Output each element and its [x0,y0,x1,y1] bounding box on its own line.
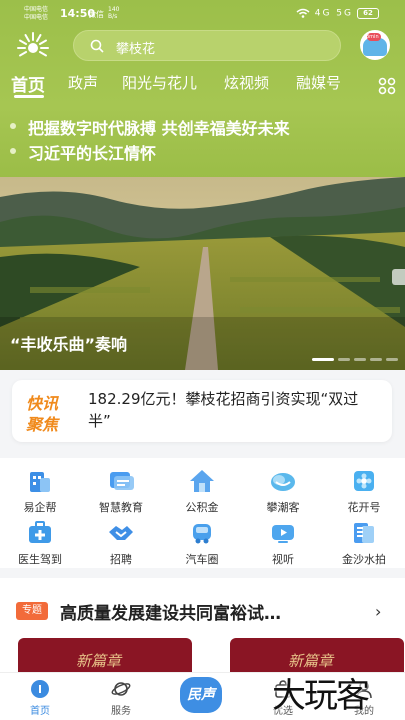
news-flash-logo: 快讯 聚焦 [24,390,72,434]
nav-services[interactable]: 服务 [91,679,151,717]
service-label: 金沙水拍 [342,553,386,566]
topic-card-title: 新篇章 [76,652,122,670]
service-yiqibang[interactable]: 易企帮 [5,468,75,515]
hero-caption: “丰收乐曲”奏响 [10,335,128,354]
bullet-icon [10,148,16,154]
topic-badge: 专题 [16,602,48,620]
carrier-2: 中国电信 [24,14,49,21]
carousel-indicator [312,358,402,370]
search-icon [90,39,104,53]
battery-level: 62 [363,9,373,17]
avatar[interactable]: 3min [360,30,390,60]
tv-icon [272,525,294,543]
tab-home[interactable]: 首页 [11,71,45,96]
car-icon [193,524,211,544]
tab-sunshine-flowers[interactable]: 阳光与花儿 [122,72,197,93]
service-label: 花开号 [347,501,381,514]
status-bar: 中国电信 中国电信 14:50 微信 140 B/s 4G 5G 62 [0,0,405,30]
service-audiovisual[interactable]: 视听 [248,520,318,567]
watermark-text: 大玩客 [272,676,370,716]
battery-icon: 62 [357,8,379,19]
service-label: 招聘 [110,553,132,566]
carousel-dot [386,358,398,361]
nav-home[interactable]: 首页 [10,679,70,717]
network-speed-value: 140 [108,6,120,13]
services-grid: 易企帮 智慧教育 公积金 攀潮客 花开号 医生驾到 招聘 汽车圈 视听 金沙水拍 [0,458,405,568]
service-label: 攀潮客 [266,501,300,514]
building-icon [30,472,50,492]
carousel-dot-active [312,358,334,361]
news-flash-text: 182.29亿元！攀枝花招商引资实现“双过半” [88,390,359,430]
status-wechat-label: 微信 [88,10,104,19]
carrier-labels: 中国电信 中国电信 [24,6,48,22]
nav-minsheng[interactable]: 民声 [180,677,222,713]
topic-title[interactable]: 高质量发展建设共同富裕试… [60,599,360,624]
app-logo-icon[interactable] [16,30,50,64]
more-channels-icon[interactable] [378,77,396,95]
topic-card[interactable]: 新篇章 [18,638,192,672]
handshake-icon [109,526,133,540]
service-label: 易企帮 [23,501,57,514]
service-label: 智慧教育 [99,501,143,514]
flower-icon [354,471,374,491]
app-header: 攀枝花 3min [0,28,405,64]
service-label: 视听 [272,553,294,566]
document-icon [354,523,374,543]
network-speed: 140 B/s [108,6,119,20]
carousel-dot [338,358,350,361]
book-icon [110,472,134,490]
service-label: 汽车圈 [185,553,219,566]
headline-text: 把握数字时代脉搏 共创幸福美好未来 [28,119,290,138]
service-label: 公积金 [185,501,219,514]
carrier-1: 中国电信 [24,6,49,13]
hero-next-handle[interactable] [392,269,405,285]
carousel-dot [370,358,382,361]
news-flash-card[interactable]: 快讯 聚焦 182.29亿元！攀枝花招商引资实现“双过半” [12,380,392,442]
topic-section: 专题 高质量发展建设共同富裕试… › 新篇章 新篇章 [0,578,405,672]
wifi-icon [296,8,310,18]
tab-videos[interactable]: 炫视频 [224,72,269,93]
service-smart-education[interactable]: 智慧教育 [86,468,156,515]
house-icon [190,470,214,492]
home-icon [31,680,49,698]
carousel-dot [354,358,366,361]
nav-label: 首页 [30,706,50,717]
service-panchaoke[interactable]: 攀潮客 [248,468,318,515]
service-huakaihao[interactable]: 花开号 [329,468,399,515]
watermark: 大玩客 [272,668,402,720]
planet-icon [111,682,131,696]
hero-banner[interactable]: “丰收乐曲”奏响 [0,177,405,370]
cloud-icon [271,473,295,491]
nav-label: 服务 [111,706,131,717]
headline-item[interactable]: 习近平的长江情怀 [0,139,405,163]
search-placeholder: 攀枝花 [116,42,156,57]
flash-logo-line-2: 聚焦 [26,415,59,434]
chevron-right-icon[interactable]: › [375,602,381,621]
headline-text: 习近平的长江情怀 [28,144,157,163]
service-jinshashuipai[interactable]: 金沙水拍 [329,520,399,567]
top-header-area: 中国电信 中国电信 14:50 微信 140 B/s 4G 5G 62 攀枝花 … [0,0,405,178]
service-doctor-visit[interactable]: 医生驾到 [5,520,75,567]
tab-media-accounts[interactable]: 融媒号 [296,72,341,93]
headline-item[interactable]: 把握数字时代脉搏 共创幸福美好未来 [0,114,405,138]
tab-zhengsheng[interactable]: 政声 [68,72,98,93]
avatar-tag: 3min [366,34,379,40]
bullet-icon [10,123,16,129]
signal-icons: 4G 5G [296,8,353,19]
service-label: 医生驾到 [18,553,62,566]
service-car-circle[interactable]: 汽车圈 [167,520,237,567]
network-speed-unit: B/s [108,13,118,20]
medical-kit-icon [29,521,51,543]
service-housing-fund[interactable]: 公积金 [167,468,237,515]
service-recruitment[interactable]: 招聘 [86,520,156,567]
search-bar[interactable]: 攀枝花 [73,30,341,61]
channel-tabs: 首页 政声 阳光与花儿 炫视频 融媒号 [0,72,405,100]
topic-card[interactable]: 新篇章 [230,638,404,672]
network-type: 4G 5G [314,8,353,19]
tab-active-indicator [14,95,44,98]
